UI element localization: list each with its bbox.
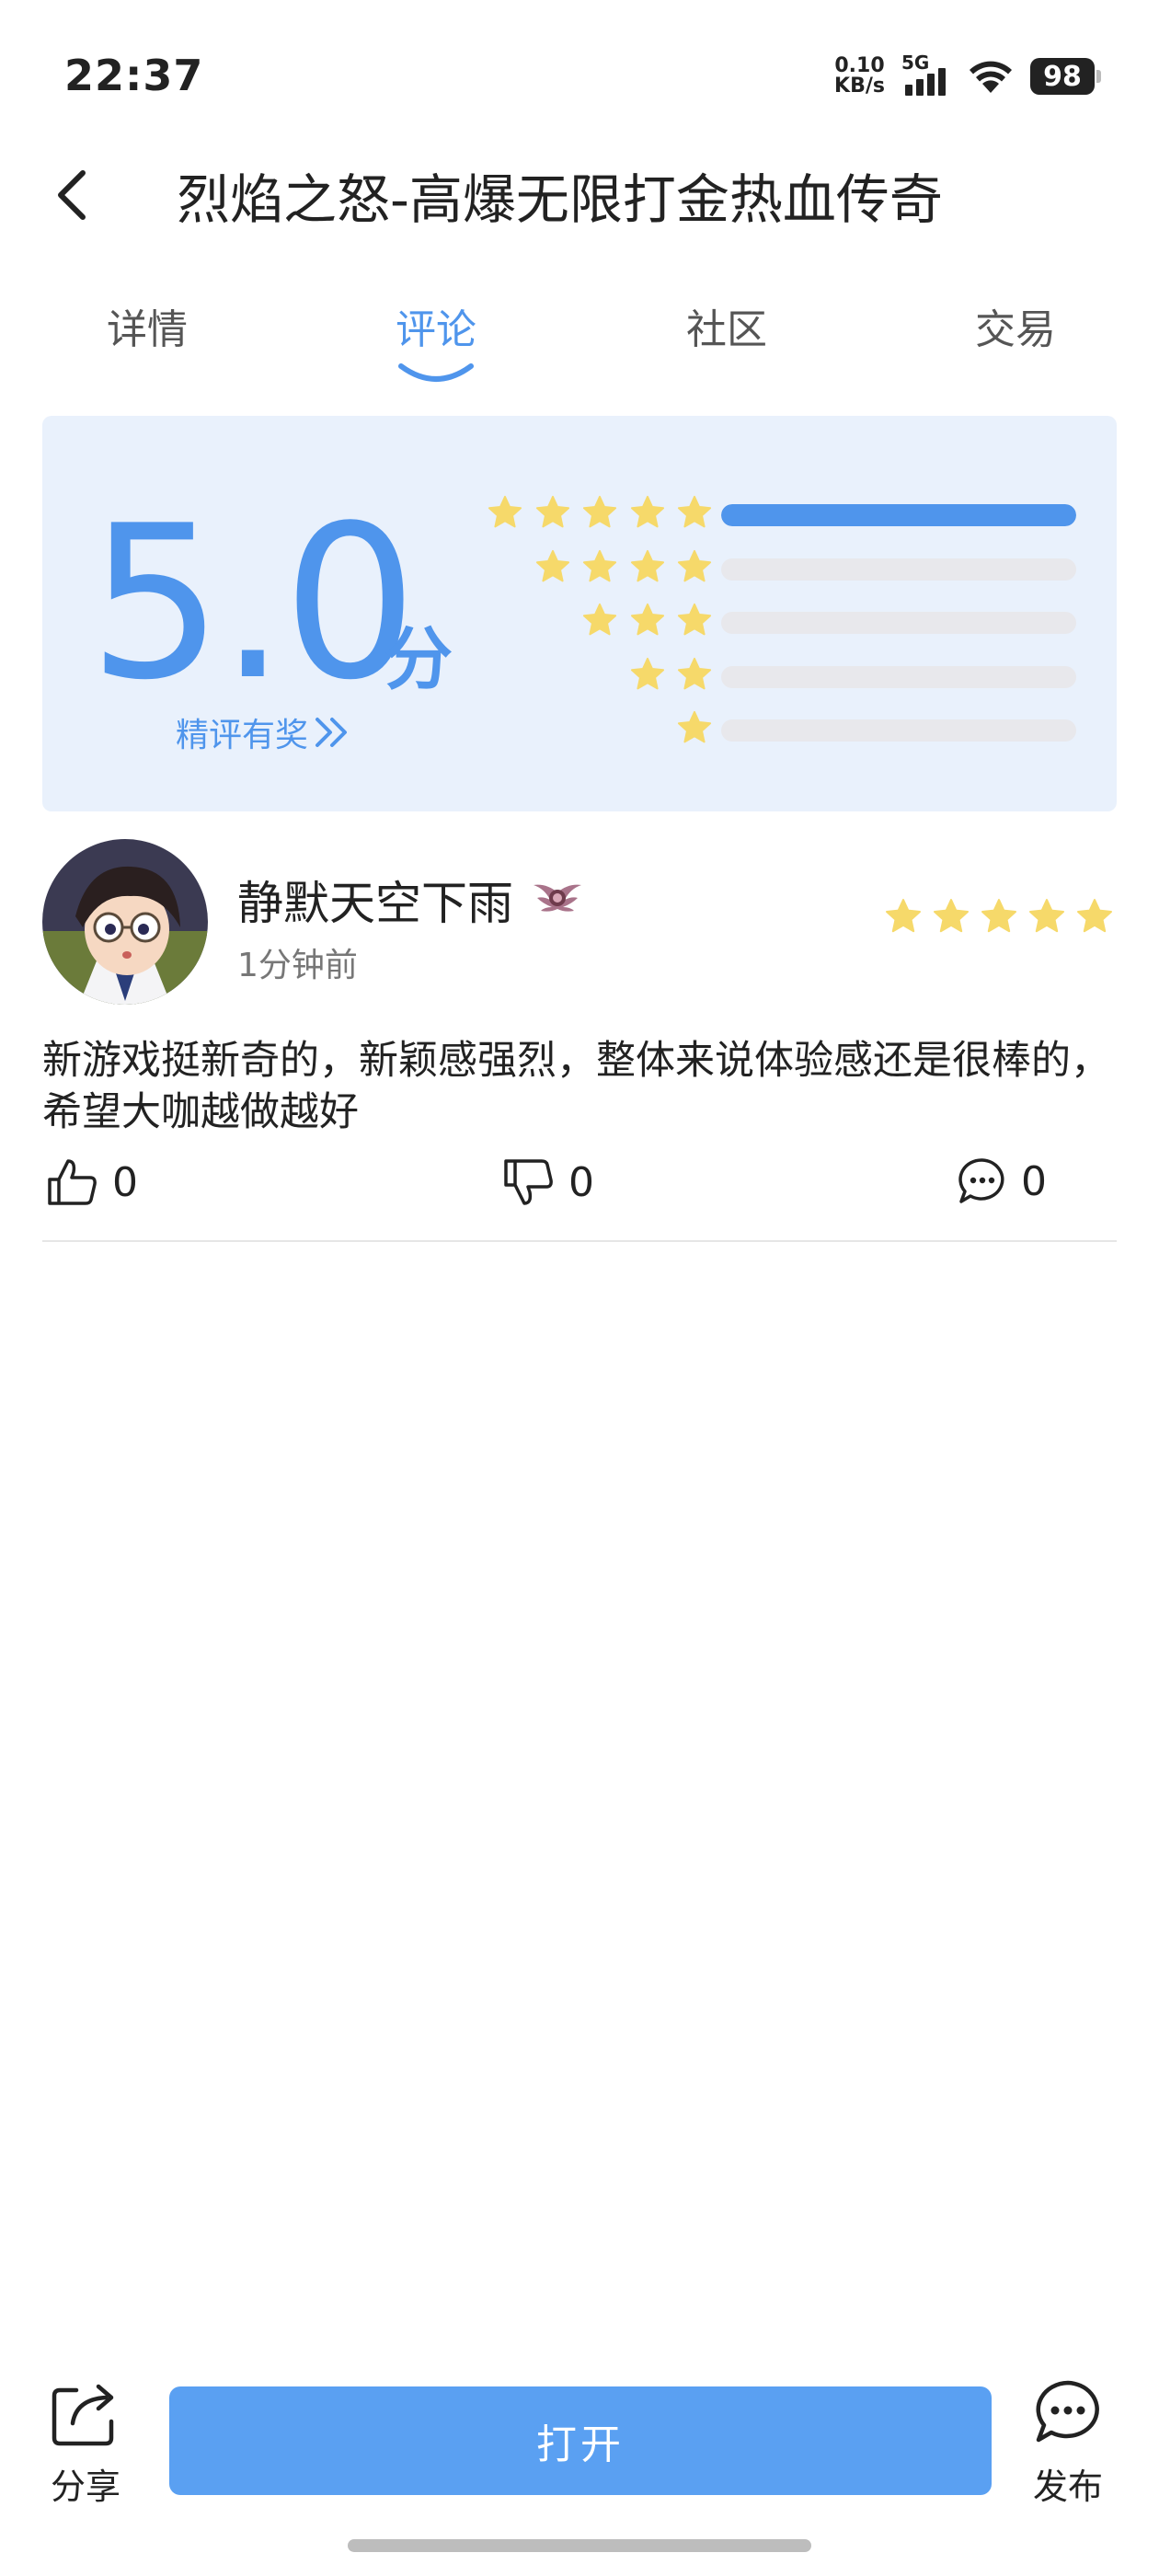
star-icon: [630, 657, 664, 689]
star-icon: [582, 495, 617, 528]
header: 烈焰之怒-高爆无限打金热血传奇: [0, 147, 1159, 239]
network-speed-value: 0.10: [834, 54, 885, 77]
reviewer-name[interactable]: 静默天空下雨: [237, 867, 513, 933]
rating-bar-track: [721, 665, 1076, 688]
signal-bars: [905, 68, 946, 96]
comment-bubble-icon: [958, 1158, 1004, 1203]
dislike-count: 0: [568, 1158, 594, 1206]
status-bar: 22:37 0.10 KB/s 5G 98: [0, 0, 1159, 156]
rating-row-3-star: [42, 603, 1117, 639]
thumbs-up-icon: [48, 1159, 97, 1205]
star-icon: [1077, 899, 1112, 933]
star-icon: [582, 603, 617, 636]
tab-label: 社区: [686, 306, 767, 353]
comment-bubble-icon: [1036, 2380, 1099, 2443]
share-label: 分享: [50, 2467, 120, 2507]
tab-community[interactable]: 社区: [635, 296, 819, 355]
wifi-icon: [970, 61, 1012, 93]
tab-details[interactable]: 详情: [55, 296, 239, 355]
star-icon: [886, 899, 921, 933]
star-icon: [677, 549, 712, 581]
status-indicators: 0.10 KB/s 5G 98: [834, 52, 1101, 99]
avatar[interactable]: [42, 839, 208, 1005]
page-title: 烈焰之怒-高爆无限打金热血传奇: [177, 168, 943, 231]
dislike-button[interactable]: 0: [502, 1156, 594, 1209]
like-button[interactable]: 0: [46, 1156, 138, 1209]
star-icon: [535, 495, 569, 528]
rating-row-4-star: [42, 549, 1117, 586]
battery-level: 98: [1043, 60, 1082, 93]
tab-label: 详情: [107, 306, 188, 353]
star-icon: [677, 710, 712, 743]
star-icon: [677, 603, 712, 636]
tab-label: 评论: [396, 306, 476, 353]
network-speed: 0.10 KB/s: [834, 56, 885, 97]
like-count: 0: [112, 1158, 138, 1206]
star-icon: [630, 549, 664, 581]
share-button[interactable]: 分享: [35, 2377, 136, 2509]
rating-row-1-star: [42, 710, 1117, 747]
star-icon: [582, 549, 617, 581]
star-icon: [630, 495, 664, 528]
tab-reviews[interactable]: 评论: [344, 296, 528, 382]
rating-bar-track: [721, 558, 1076, 581]
rating-bar-track: [721, 504, 1076, 526]
review-actions: 0 0 0: [42, 1150, 1117, 1224]
tab-bar: 详情 评论 社区 交易: [0, 285, 1159, 386]
star-icon: [488, 495, 522, 528]
share-icon: [52, 2384, 114, 2446]
network-speed-unit: KB/s: [834, 75, 885, 98]
star-icon: [981, 899, 1016, 933]
cellular-signal-icon: 5G: [901, 52, 951, 98]
star-icon: [677, 657, 712, 689]
publish-review-button[interactable]: 发布: [1017, 2377, 1119, 2509]
back-button[interactable]: [37, 158, 110, 232]
comment-button[interactable]: 0: [957, 1156, 1047, 1207]
rating-bar-track: [721, 719, 1076, 742]
star-icon: [677, 495, 712, 528]
publish-label: 发布: [1032, 2467, 1103, 2507]
tab-label: 交易: [975, 306, 1056, 353]
battery-icon: 98: [1030, 58, 1101, 95]
app-screen: 22:37 0.10 KB/s 5G 98 烈焰之怒-高爆无限打金热血传奇 详情…: [0, 0, 1159, 2576]
comment-count: 0: [1021, 1157, 1047, 1205]
review-time: 1分钟前: [237, 947, 358, 984]
divider: [42, 1240, 1117, 1242]
star-icon: [630, 603, 664, 636]
star-icon: [1029, 899, 1064, 933]
star-icon: [934, 899, 969, 933]
rating-summary-card: 5.0 分 精评有奖: [42, 416, 1117, 811]
status-time: 22:37: [64, 51, 204, 100]
level-badge-icon: [534, 884, 581, 912]
home-indicator[interactable]: [348, 2539, 811, 2552]
open-button[interactable]: 打开: [169, 2386, 992, 2495]
review-item: 静默天空下雨 1分钟前 新游戏挺新奇的，新颖感强烈，整体来说体验感还是很棒的，希…: [42, 837, 1117, 1242]
review-star-rating: [885, 898, 1113, 935]
rating-bar-fill: [721, 504, 1076, 526]
review-text: 新游戏挺新奇的，新颖感强烈，整体来说体验感还是很棒的，希望大咖越做越好: [42, 1038, 1110, 1135]
rating-row-2-star: [42, 657, 1117, 694]
active-tab-indicator: [398, 363, 474, 382]
tab-trade[interactable]: 交易: [924, 296, 1107, 355]
chevron-left-icon: [58, 170, 86, 220]
star-icon: [535, 549, 569, 581]
rating-row-5-star: [42, 495, 1117, 532]
rating-bar-track: [721, 612, 1076, 634]
thumbs-down-icon: [504, 1159, 553, 1205]
